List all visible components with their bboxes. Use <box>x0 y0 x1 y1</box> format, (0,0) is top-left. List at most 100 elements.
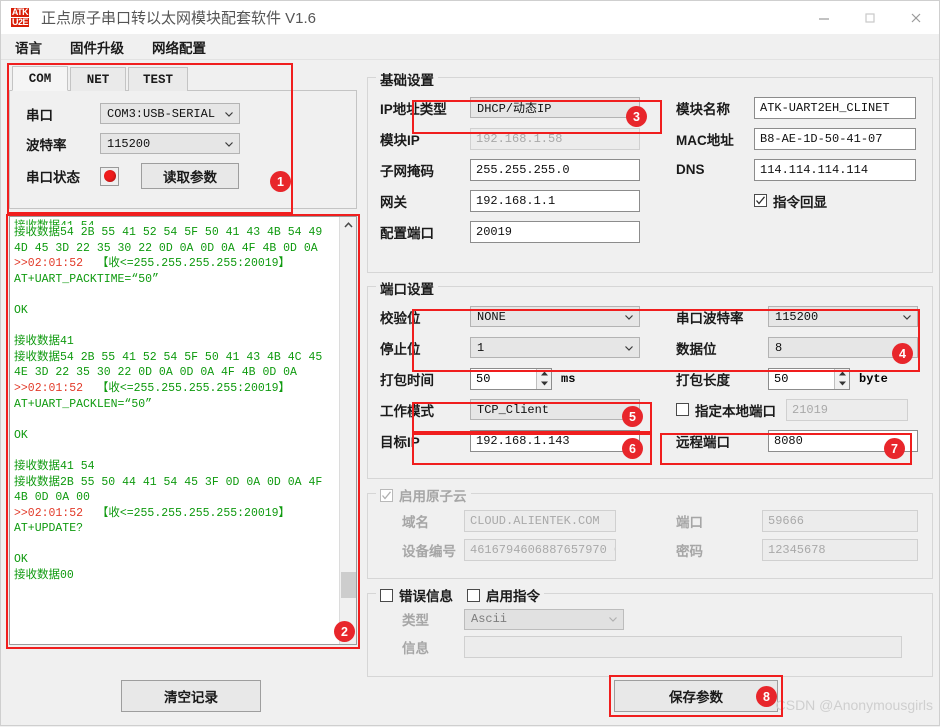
error-command-group: 错误信息 启用指令 类型 Ascii 信息 <box>367 585 933 677</box>
log-timestamp: >>02:01:52 <box>14 257 84 271</box>
gateway-field[interactable]: 192.168.1.1 <box>470 189 640 212</box>
module-ip-row: 模块IP 192.168.1.58 <box>380 123 666 154</box>
mac-address-row: MAC地址 B8-AE-1D-50-41-07 <box>676 123 920 154</box>
log-line: AT+UART_PACKLEN=“50” <box>14 397 153 411</box>
module-name-field[interactable]: ATK-UART2EH_CLINET <box>754 96 916 119</box>
mac-address-label: MAC地址 <box>676 132 734 148</box>
read-params-button[interactable]: 读取参数 <box>141 163 239 189</box>
main-content: COM NET TEST 串口 COM3:USB-SERIAL 波特率 1152… <box>1 60 939 727</box>
serial-port-row: 串口 COM3:USB-SERIAL <box>26 103 346 124</box>
gateway-label: 网关 <box>380 194 407 210</box>
ip-type-label: IP地址类型 <box>380 101 447 117</box>
stop-bits-row: 停止位 1 <box>380 332 666 363</box>
serial-port-value: COM3:USB-SERIAL <box>107 106 216 121</box>
command-echo-label: 指令回显 <box>773 194 827 210</box>
watermark: CSDN @Anonymousgirls <box>775 697 933 713</box>
close-icon[interactable] <box>893 1 939 34</box>
chevron-down-icon <box>623 311 635 323</box>
scroll-up-icon[interactable] <box>340 217 356 234</box>
tab-net[interactable]: NET <box>70 67 126 91</box>
log-line: 4B 0D 0A 00 <box>14 491 90 505</box>
stepper-up-icon[interactable] <box>835 369 849 379</box>
subnet-mask-field[interactable]: 255.255.255.0 <box>470 158 640 181</box>
cloud-password-field: 12345678 <box>762 538 918 561</box>
menu-item-network-config[interactable]: 网络配置 <box>152 37 206 57</box>
pack-length-stepper[interactable]: 50 <box>768 367 850 390</box>
left-panel: COM NET TEST 串口 COM3:USB-SERIAL 波特率 1152… <box>6 63 360 649</box>
dns-field[interactable]: 114.114.114.114 <box>754 158 916 181</box>
serial-port-select[interactable]: COM3:USB-SERIAL <box>100 103 240 124</box>
pack-length-unit: byte <box>859 371 888 386</box>
config-port-label: 配置端口 <box>380 225 434 241</box>
serial-baud-select[interactable]: 115200 <box>768 306 918 327</box>
local-port-checkbox[interactable] <box>676 403 689 416</box>
window-controls <box>801 1 939 34</box>
stepper-buttons[interactable] <box>834 368 849 389</box>
target-ip-field[interactable]: 192.168.1.143 <box>470 429 640 452</box>
stepper-down-icon[interactable] <box>537 379 551 389</box>
ip-type-select[interactable]: DHCP/动态IP <box>470 97 640 118</box>
tab-com[interactable]: COM <box>12 66 68 91</box>
type-label: 类型 <box>402 613 429 628</box>
log-line: 接收数据2B 55 50 44 41 54 45 3F 0D 0A 0D 0A … <box>14 475 323 489</box>
work-mode-select[interactable]: TCP_Client <box>470 399 640 420</box>
log-line: 接收数据54 2B 55 41 52 54 5F 50 41 43 4B 4C … <box>14 350 323 364</box>
cloud-port-field: 59666 <box>762 509 918 532</box>
menu-item-language[interactable]: 语言 <box>15 37 42 57</box>
stepper-up-icon[interactable] <box>537 369 551 379</box>
atom-cloud-label: 启用原子云 <box>399 489 467 504</box>
atom-cloud-group: 启用原子云 域名 CLOUD.ALIENTEK.COM 设备编号 4616794… <box>367 485 933 579</box>
maximize-icon[interactable] <box>847 1 893 34</box>
stop-bits-select[interactable]: 1 <box>470 337 640 358</box>
error-info-label: 错误信息 <box>399 589 453 604</box>
log-line: >>02:01:52 【收<=255.255.255.255:20019】 <box>14 256 336 272</box>
stepper-down-icon[interactable] <box>835 379 849 389</box>
pack-time-row: 打包时间 50 ms <box>380 363 666 394</box>
atk-logo-icon: ATK U2E <box>7 6 33 30</box>
save-params-button[interactable]: 保存参数 <box>614 680 778 712</box>
annotation-badge-1: 1 <box>270 171 291 192</box>
menu-item-firmware-upgrade[interactable]: 固件升级 <box>70 37 124 57</box>
work-mode-label: 工作模式 <box>380 403 434 419</box>
bottom-bar: 清空记录 保存参数 8 CSDN @Anonymousgirls <box>1 669 940 725</box>
enable-command-checkbox[interactable] <box>467 588 480 602</box>
remote-port-label: 远程端口 <box>676 434 730 450</box>
local-port-label: 指定本地端口 <box>695 403 776 419</box>
atom-cloud-checkbox[interactable] <box>380 488 393 502</box>
baud-rate-select[interactable]: 115200 <box>100 133 240 154</box>
error-info-checkbox[interactable] <box>380 588 393 602</box>
log-scrollbar[interactable] <box>339 217 356 644</box>
parity-select[interactable]: NONE <box>470 306 640 327</box>
serial-baud-value: 115200 <box>775 309 819 324</box>
mac-address-field[interactable]: B8-AE-1D-50-41-07 <box>754 127 916 150</box>
port-settings-title: 端口设置 <box>376 278 438 298</box>
log-line: >>02:01:52 【收<=255.255.255.255:20019】 <box>14 381 336 397</box>
chevron-down-icon <box>223 138 235 150</box>
pack-time-stepper[interactable]: 50 <box>470 367 552 390</box>
annotation-badge-7: 7 <box>884 438 905 459</box>
scrollbar-thumb[interactable] <box>341 572 356 598</box>
gateway-row: 网关 192.168.1.1 <box>380 185 666 216</box>
config-port-field[interactable]: 20019 <box>470 220 640 243</box>
atom-cloud-header[interactable]: 启用原子云 <box>376 485 471 505</box>
serial-port-label: 串口 <box>26 107 53 123</box>
device-id-label: 设备编号 <box>402 543 456 559</box>
parity-value: NONE <box>477 309 506 324</box>
tab-test[interactable]: TEST <box>128 67 189 91</box>
command-echo-row: 指令回显 <box>676 185 920 216</box>
work-mode-value: TCP_Client <box>477 402 550 417</box>
port-right-column: 串口波特率 115200 数据位 8 打包长度 50 byte 指定本地端口 2… <box>666 301 920 456</box>
menu-bar: 语言 固件升级 网络配置 <box>1 34 939 60</box>
log-line: 接收数据41 54 <box>14 459 95 473</box>
stepper-buttons[interactable] <box>536 368 551 389</box>
subnet-mask-row: 子网掩码 255.255.255.0 <box>380 154 666 185</box>
clear-log-button[interactable]: 清空记录 <box>121 680 261 712</box>
command-echo-checkbox[interactable]: 指令回显 <box>754 191 827 211</box>
port-settings-body: 校验位 NONE 停止位 1 打包时间 50 ms 工作模式 TCP_Clien… <box>368 287 932 466</box>
logo-line-1: ATK <box>10 7 30 17</box>
minimize-icon[interactable] <box>801 1 847 34</box>
